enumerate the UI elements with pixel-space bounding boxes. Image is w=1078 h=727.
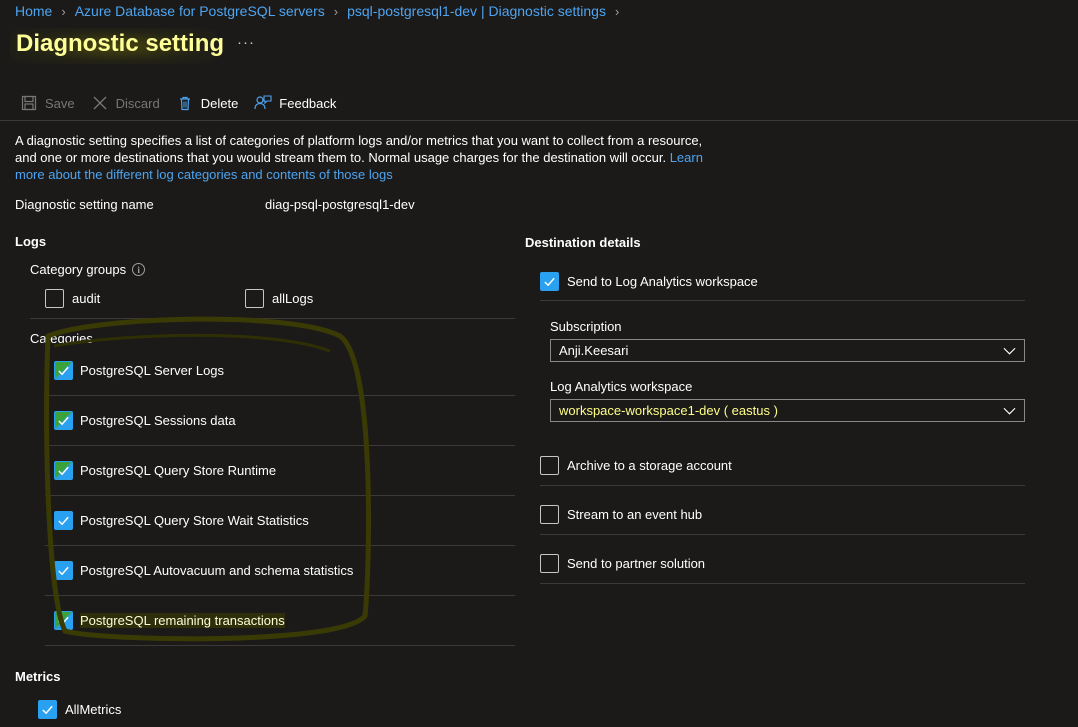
category-groups-label: Category groups i (30, 262, 146, 277)
partner-label: Send to partner solution (567, 556, 706, 571)
feedback-button[interactable]: Feedback (254, 94, 336, 112)
chevron-right-icon: › (614, 3, 620, 19)
divider (540, 300, 1025, 301)
workspace-label: Log Analytics workspace (550, 379, 693, 394)
toolbar-divider (0, 120, 1078, 121)
destination-heading: Destination details (525, 235, 641, 250)
chevron-down-icon (994, 407, 1024, 415)
delete-label: Delete (200, 95, 239, 111)
log-analytics-checkbox[interactable] (540, 272, 559, 291)
event-hub-checkbox[interactable] (540, 505, 559, 524)
archive-checkbox[interactable] (540, 456, 559, 475)
category-label: PostgreSQL Query Store Wait Statistics (80, 512, 309, 528)
autovacuum-checkbox[interactable] (54, 560, 73, 580)
log-analytics-option[interactable]: Send to Log Analytics workspace (540, 272, 1025, 291)
breadcrumb-postgresql-servers[interactable]: Azure Database for PostgreSQL servers (75, 3, 325, 19)
category-row-remaining-transactions[interactable]: PostgreSQL remaining transactions (45, 595, 515, 645)
remaining-transactions-checkbox[interactable] (54, 610, 73, 630)
allmetrics-checkbox[interactable] (38, 700, 57, 719)
event-hub-label: Stream to an event hub (567, 507, 703, 522)
logs-heading: Logs (15, 234, 47, 249)
divider (30, 318, 515, 319)
description-text: A diagnostic setting specifies a list of… (15, 133, 703, 165)
category-row-autovacuum[interactable]: PostgreSQL Autovacuum and schema statist… (45, 545, 515, 595)
chevron-right-icon: › (61, 3, 66, 19)
trash-icon (176, 94, 194, 112)
chevron-right-icon: › (333, 3, 339, 19)
query-store-runtime-checkbox[interactable] (54, 460, 73, 480)
setting-name-value: diag-psql-postgresql1-dev (265, 197, 415, 212)
archive-option[interactable]: Archive to a storage account (540, 456, 1025, 475)
alllogs-label: allLogs (272, 291, 314, 306)
group-audit[interactable]: audit (45, 289, 100, 308)
audit-checkbox[interactable] (45, 289, 64, 308)
category-row-query-store-runtime[interactable]: PostgreSQL Query Store Runtime (45, 445, 515, 495)
save-label: Save (45, 95, 75, 111)
workspace-value: workspace-workspace1-dev ( eastus ) (559, 403, 778, 418)
audit-label: audit (72, 291, 101, 306)
feedback-label: Feedback (279, 95, 337, 111)
divider (540, 583, 1025, 584)
group-alllogs[interactable]: allLogs (245, 289, 313, 308)
info-icon[interactable]: i (132, 263, 146, 276)
delete-button[interactable]: Delete (176, 94, 239, 112)
metric-allmetrics[interactable]: AllMetrics (38, 700, 121, 719)
category-label: PostgreSQL remaining transactions (80, 612, 285, 628)
categories-label: Categories (30, 331, 93, 346)
description: A diagnostic setting specifies a list of… (15, 132, 715, 183)
category-label: PostgreSQL Query Store Runtime (80, 462, 277, 478)
allmetrics-label: AllMetrics (65, 702, 122, 717)
save-icon (20, 94, 38, 112)
archive-label: Archive to a storage account (567, 458, 732, 473)
feedback-icon (254, 94, 272, 112)
log-analytics-label: Send to Log Analytics workspace (567, 274, 758, 289)
category-row-sessions[interactable]: PostgreSQL Sessions data (45, 395, 515, 445)
chevron-down-icon (994, 347, 1024, 355)
event-hub-option[interactable]: Stream to an event hub (540, 505, 1025, 524)
query-store-wait-checkbox[interactable] (54, 510, 73, 530)
category-groups-text: Category groups (30, 262, 127, 277)
discard-label: Discard (115, 95, 160, 111)
workspace-dropdown[interactable]: workspace-workspace1-dev ( eastus ) (550, 399, 1025, 422)
metrics-heading: Metrics (15, 669, 61, 684)
divider (540, 485, 1025, 486)
partner-checkbox[interactable] (540, 554, 559, 573)
page-title: Diagnostic setting (16, 30, 225, 57)
partner-option[interactable]: Send to partner solution (540, 554, 1025, 573)
category-row-server-logs[interactable]: PostgreSQL Server Logs (45, 345, 515, 395)
sessions-checkbox[interactable] (54, 410, 73, 430)
breadcrumb-home[interactable]: Home (15, 3, 52, 19)
category-label: PostgreSQL Server Logs (80, 362, 225, 378)
more-options-button[interactable]: ··· (237, 34, 255, 51)
save-button[interactable]: Save (20, 94, 75, 112)
divider (45, 645, 515, 646)
category-label: PostgreSQL Autovacuum and schema statist… (80, 562, 354, 578)
server-logs-checkbox[interactable] (54, 360, 73, 380)
subscription-dropdown[interactable]: Anji.Keesari (550, 339, 1025, 362)
subscription-label: Subscription (550, 319, 622, 334)
setting-name-label: Diagnostic setting name (15, 197, 154, 212)
category-label: PostgreSQL Sessions data (80, 412, 236, 428)
breadcrumb: Home › Azure Database for PostgreSQL ser… (15, 2, 628, 20)
close-icon (91, 94, 109, 112)
command-bar: Save Discard Delete Feedback (20, 92, 352, 114)
category-row-query-store-wait[interactable]: PostgreSQL Query Store Wait Statistics (45, 495, 515, 545)
divider (540, 534, 1025, 535)
subscription-value: Anji.Keesari (559, 343, 629, 358)
breadcrumb-diagnostic-settings[interactable]: psql-postgresql1-dev | Diagnostic settin… (347, 3, 606, 19)
discard-button[interactable]: Discard (91, 94, 160, 112)
alllogs-checkbox[interactable] (245, 289, 264, 308)
